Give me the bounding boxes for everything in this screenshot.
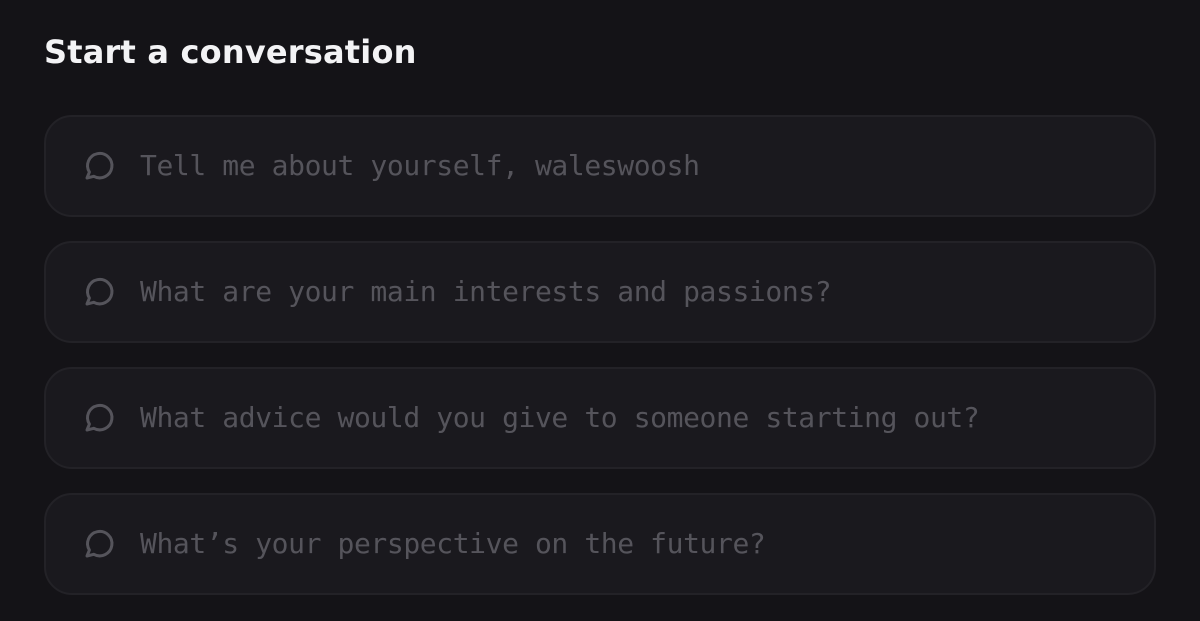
prompt-card-future-perspective[interactable]: What’s your perspective on the future?	[44, 493, 1156, 595]
conversation-starter-page: Start a conversation Tell me about yours…	[0, 0, 1200, 621]
section-title: Start a conversation	[44, 33, 417, 71]
prompt-label: Tell me about yourself, waleswoosh	[140, 149, 700, 182]
prompt-label: What are your main interests and passion…	[140, 275, 832, 308]
prompt-card-advice[interactable]: What advice would you give to someone st…	[44, 367, 1156, 469]
chat-bubble-icon	[80, 400, 116, 436]
prompt-label: What advice would you give to someone st…	[140, 401, 980, 434]
prompt-card-about-yourself[interactable]: Tell me about yourself, waleswoosh	[44, 115, 1156, 217]
prompt-card-interests-passions[interactable]: What are your main interests and passion…	[44, 241, 1156, 343]
prompt-list: Tell me about yourself, waleswoosh What …	[44, 115, 1156, 595]
prompt-label: What’s your perspective on the future?	[140, 527, 766, 560]
chat-bubble-icon	[80, 148, 116, 184]
chat-bubble-icon	[80, 274, 116, 310]
chat-bubble-icon	[80, 526, 116, 562]
